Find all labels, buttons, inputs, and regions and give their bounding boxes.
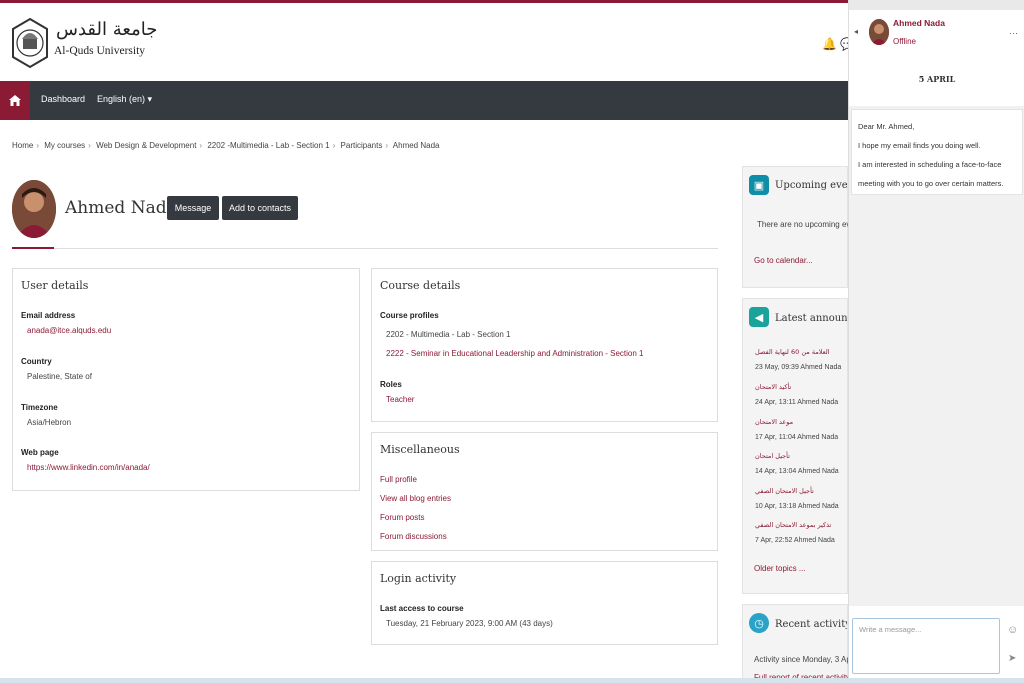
- recent-activity-title: Recent activity: [775, 619, 847, 630]
- announcement-meta: 24 Apr, 13:11 Ahmed Nada: [755, 399, 839, 406]
- login-activity-card: Login activity Last access to course Tue…: [371, 561, 718, 645]
- announcement-meta: 7 Apr, 22:52 Ahmed Nada: [755, 537, 835, 544]
- breadcrumb-course[interactable]: 2202 -Multimedia - Lab - Section 1: [207, 141, 329, 150]
- activity-since-text: Activity since Monday, 3 Apr: [754, 655, 854, 664]
- email-link[interactable]: anada@itce.alquds.edu: [27, 326, 111, 335]
- chat-conversation-area[interactable]: Dear Mr. Ahmed, I hope my email finds yo…: [849, 106, 1024, 606]
- miscellaneous-title: Miscellaneous: [380, 443, 460, 456]
- logo-english-text: Al-Quds University: [54, 45, 146, 57]
- add-to-contacts-button[interactable]: Add to contacts: [222, 196, 298, 220]
- back-chevron-icon[interactable]: ◂: [854, 27, 858, 36]
- message-line: I hope my email finds you doing well.: [858, 141, 981, 150]
- megaphone-icon: ◀: [749, 307, 769, 327]
- no-events-text: There are no upcoming eve: [757, 220, 855, 229]
- upcoming-events-block: ▣ Upcoming events There are no upcoming …: [742, 166, 855, 288]
- chat-contact-name[interactable]: Ahmed Nada: [893, 18, 945, 28]
- webpage-label: Web page: [21, 448, 59, 457]
- announcement-title[interactable]: تأجيل امتحان: [755, 452, 790, 460]
- home-icon: [9, 95, 21, 106]
- message-button[interactable]: Message: [167, 196, 219, 220]
- messaging-drawer: ◂ Ahmed Nada Offline ··· 5 APRIL Dear Mr…: [848, 0, 1024, 683]
- older-topics-link[interactable]: Older topics ...: [754, 564, 806, 573]
- drawer-top-bar: [849, 0, 1024, 10]
- announcement-title[interactable]: تذكير بموعد الامتحان الصفي: [755, 521, 831, 529]
- more-options-icon[interactable]: ···: [1009, 28, 1018, 38]
- miscellaneous-card: Miscellaneous Full profile View all blog…: [371, 432, 718, 551]
- course-details-title: Course details: [380, 279, 461, 292]
- message-line: meeting with you to go over certain matt…: [858, 179, 1004, 188]
- announcement-meta: 14 Apr, 13:04 Ahmed Nada: [755, 468, 839, 475]
- clock-icon: ◷: [749, 613, 769, 633]
- message-line: Dear Mr. Ahmed,: [858, 122, 915, 131]
- course-profile-link-1[interactable]: 2202 - Multimedia - Lab - Section 1: [386, 330, 511, 339]
- chat-date-header: 5 APRIL: [918, 74, 956, 84]
- profile-avatar: [12, 180, 56, 238]
- email-label: Email address: [21, 311, 76, 320]
- forum-posts-link[interactable]: Forum posts: [380, 513, 424, 522]
- forum-discussions-link[interactable]: Forum discussions: [380, 532, 447, 541]
- breadcrumb: Home › My courses › Web Design & Developme…: [12, 141, 440, 150]
- nav-dashboard[interactable]: Dashboard: [41, 94, 85, 104]
- breadcrumb-home[interactable]: Home: [12, 141, 33, 150]
- last-access-label: Last access to course: [380, 604, 464, 613]
- message-line: I am interested in scheduling a face-to-…: [858, 160, 1002, 169]
- announcement-title[interactable]: تأكيد الامتحان: [755, 383, 791, 391]
- login-activity-title: Login activity: [380, 572, 457, 585]
- home-button[interactable]: [0, 81, 30, 120]
- top-navbar: Dashboard English (en) ▾: [0, 81, 848, 120]
- course-profiles-label: Course profiles: [380, 311, 439, 320]
- upcoming-events-title: Upcoming events: [775, 180, 847, 191]
- timezone-value: Asia/Hebron: [27, 418, 72, 427]
- announcement-title[interactable]: تأجيل الامتحان الصفي: [755, 487, 814, 495]
- profile-divider-accent: [12, 247, 54, 249]
- profile-name: Ahmed Nada: [65, 198, 177, 218]
- calendar-icon: ▣: [749, 175, 769, 195]
- breadcrumb-category[interactable]: Web Design & Development: [96, 141, 196, 150]
- breadcrumb-participants[interactable]: Participants: [341, 141, 383, 150]
- breadcrumb-current: Ahmed Nada: [392, 141, 440, 150]
- user-details-title: User details: [21, 279, 89, 292]
- full-profile-link[interactable]: Full profile: [380, 475, 417, 484]
- latest-announcements-title: Latest announcem: [775, 313, 847, 324]
- announcement-meta: 17 Apr, 11:04 Ahmed Nada: [755, 434, 839, 441]
- course-details-card: Course details Course profiles 2202 - Mu…: [371, 268, 718, 422]
- role-teacher-link[interactable]: Teacher: [386, 395, 414, 404]
- country-label: Country: [21, 357, 52, 366]
- announcement-meta: 23 May, 09:39 Ahmed Nada: [755, 364, 842, 371]
- logo-arabic-text: جامعة القدس: [56, 19, 158, 40]
- course-profile-link-2[interactable]: 2222 - Seminar in Educational Leadership…: [386, 349, 644, 358]
- user-details-card: User details Email address anada@itce.al…: [12, 268, 360, 491]
- university-logo[interactable]: [10, 17, 50, 69]
- breadcrumb-my-courses[interactable]: My courses: [44, 141, 85, 150]
- chat-message-bubble: Dear Mr. Ahmed, I hope my email finds yo…: [851, 109, 1023, 195]
- go-to-calendar-link[interactable]: Go to calendar...: [754, 256, 813, 265]
- language-menu[interactable]: English (en) ▾: [97, 94, 152, 105]
- latest-announcements-block: ◀ Latest announcem العلامة من 60 لنهاية …: [742, 298, 848, 594]
- recent-activity-block: ◷ Recent activity Activity since Monday,…: [742, 604, 853, 682]
- profile-divider: [12, 248, 718, 249]
- compose-placeholder: Write a message...: [859, 625, 922, 634]
- announcement-title[interactable]: العلامة من 60 لنهاية الفصل: [755, 348, 830, 356]
- roles-label: Roles: [380, 380, 402, 389]
- announcement-title[interactable]: موعد الامتحان: [755, 418, 793, 426]
- notification-icon[interactable]: 🔔: [822, 37, 837, 51]
- webpage-link[interactable]: https://www.linkedin.com/in/anada/: [27, 463, 150, 472]
- bottom-edge-line: [0, 678, 1024, 683]
- timezone-label: Timezone: [21, 403, 58, 412]
- message-compose-input[interactable]: Write a message...: [852, 618, 1000, 674]
- chat-contact-avatar[interactable]: [869, 19, 889, 45]
- send-icon[interactable]: ➤: [1008, 653, 1016, 664]
- blog-entries-link[interactable]: View all blog entries: [380, 494, 451, 503]
- country-value: Palestine, State of: [27, 372, 92, 381]
- chat-contact-status: Offline: [893, 37, 916, 46]
- announcement-meta: 10 Apr, 13:18 Ahmed Nada: [755, 503, 839, 510]
- emoji-icon[interactable]: ☺: [1007, 624, 1018, 636]
- last-access-value: Tuesday, 21 February 2023, 9:00 AM (43 d…: [386, 619, 553, 628]
